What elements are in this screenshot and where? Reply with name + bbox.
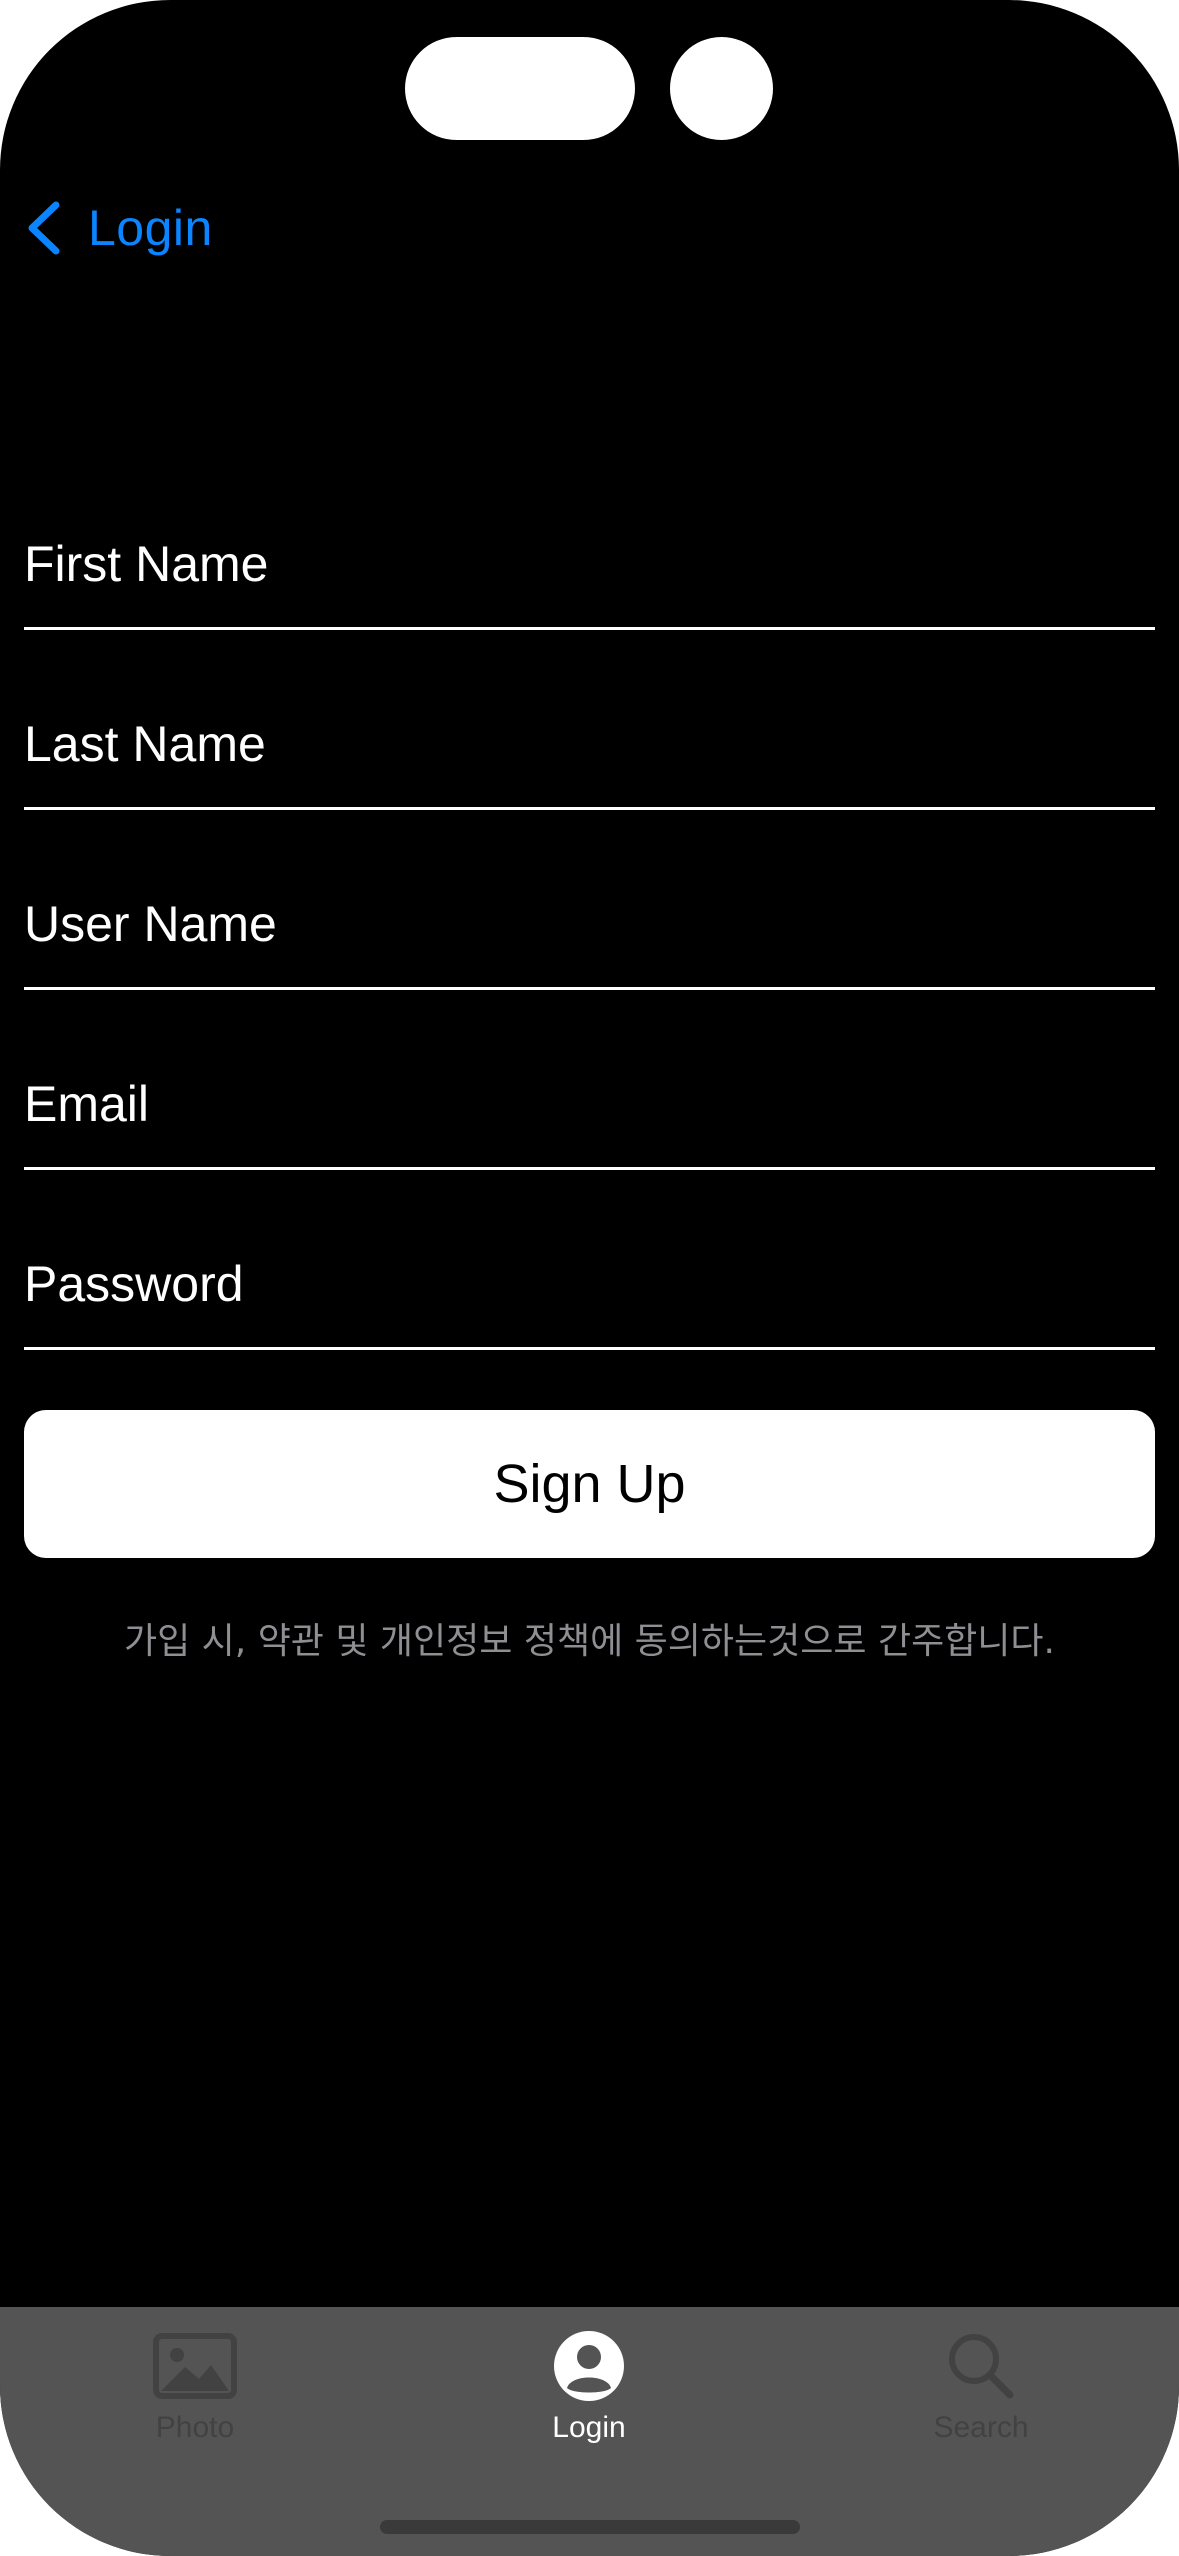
sign-up-button[interactable]: Sign Up <box>24 1410 1155 1558</box>
back-button-label: Login <box>88 199 213 256</box>
home-indicator[interactable] <box>380 2520 800 2534</box>
tab-photo-label: Photo <box>155 2411 235 2444</box>
chevron-left-icon <box>28 201 60 254</box>
tab-search-label: Search <box>933 2411 1029 2444</box>
dynamic-island-pill <box>405 37 635 140</box>
terms-notice: 가입 시, 약관 및 개인정보 정책에 동의하는것으로 간주합니다. <box>124 1621 1055 1662</box>
sign-up-button-label: Sign Up <box>493 1454 686 1514</box>
tab-login[interactable]: Login <box>514 2307 664 2457</box>
password-input[interactable] <box>24 1249 1155 1319</box>
password-field <box>24 1240 1155 1350</box>
dynamic-island-camera <box>670 37 773 140</box>
person-circle-icon <box>547 2329 631 2403</box>
photo-icon <box>153 2329 237 2403</box>
email-field <box>24 1060 1155 1170</box>
last-name-field <box>24 700 1155 810</box>
tab-bar: Photo Login Search <box>0 2307 1179 2556</box>
user-name-field <box>24 880 1155 990</box>
magnifying-glass-icon <box>939 2329 1023 2403</box>
tab-login-label: Login <box>552 2411 626 2444</box>
tab-search[interactable]: Search <box>906 2307 1056 2457</box>
device-screen: Login Sign Up 가입 시, 약관 및 개인정보 정책에 동의하는것으… <box>0 0 1179 2556</box>
first-name-input[interactable] <box>24 529 1155 599</box>
last-name-input[interactable] <box>24 709 1155 779</box>
user-name-input[interactable] <box>24 889 1155 959</box>
tab-photo[interactable]: Photo <box>120 2307 270 2457</box>
first-name-field <box>24 520 1155 630</box>
back-button[interactable]: Login <box>24 190 213 265</box>
email-input[interactable] <box>24 1069 1155 1139</box>
